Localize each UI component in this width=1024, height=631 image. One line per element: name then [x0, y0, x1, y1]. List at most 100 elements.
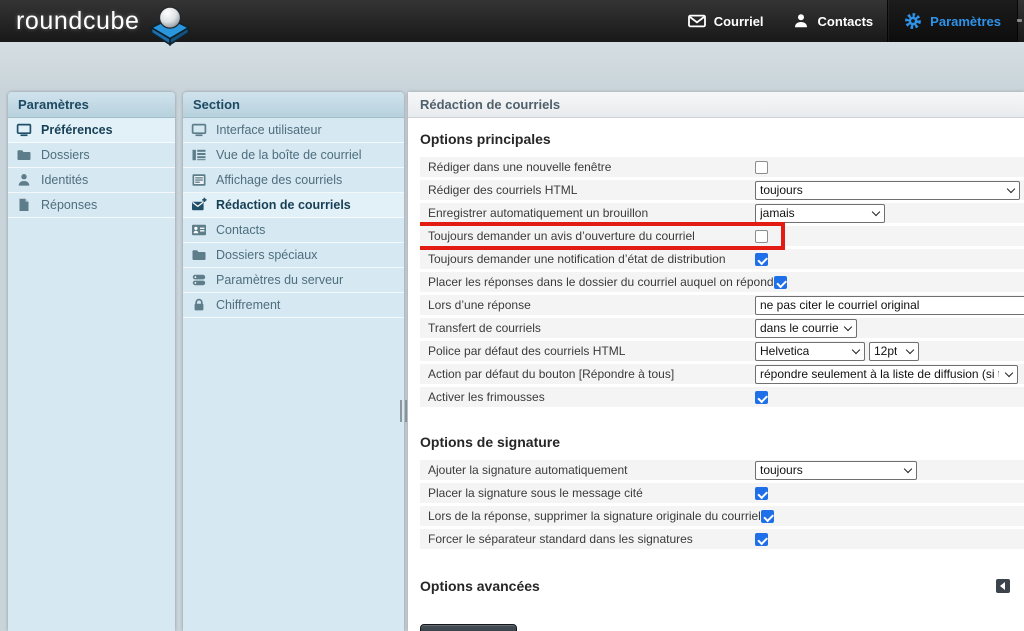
form-row-inner: Action par défaut du bouton [Répondre à … — [420, 364, 1024, 384]
chevron-down-icon — [906, 345, 914, 353]
section-item-redaction-de-courriels[interactable]: Rédaction de courriels — [183, 193, 404, 218]
settings-item-preferences[interactable]: Préférences — [8, 118, 175, 143]
form-row-inner: Police par défaut des courriels HTML Helv… — [420, 341, 1024, 361]
form-rows: Ajouter la signature automatiquementtouj… — [420, 460, 1024, 552]
roundcube-cube-icon — [148, 5, 192, 52]
form-row: Lors d’une réponsene pas citer le courri… — [420, 295, 1024, 315]
row-label: Toujours demander un avis d’ouverture du… — [428, 229, 755, 243]
form-row-inner: Transfert de courrielsdans le courriel — [420, 318, 1024, 338]
contact-card-icon — [191, 222, 207, 238]
form-row-inner: Activer les frimousses — [420, 387, 1024, 407]
checkbox[interactable] — [755, 253, 768, 266]
select-jamais[interactable]: jamais — [755, 204, 885, 223]
chevron-down-icon — [844, 322, 852, 330]
section-panel-header: Section — [183, 92, 404, 118]
section-item-interface-utilisateur[interactable]: Interface utilisateur — [183, 118, 404, 143]
form-row: Placer les réponses dans le dossier du c… — [420, 272, 1024, 292]
taskbar-item-label: Courriel — [714, 14, 764, 29]
select-toujours[interactable]: toujours — [755, 181, 1020, 200]
select-value: dans le courriel — [760, 321, 838, 335]
section-item-dossiers-speciaux[interactable]: Dossiers spéciaux — [183, 243, 404, 268]
select-value: ne pas citer le courriel original — [760, 298, 919, 312]
item-label: Chiffrement — [216, 298, 280, 312]
form-row: Toujours demander une notification d’éta… — [420, 249, 1024, 269]
item-label: Dossiers — [41, 148, 90, 162]
item-label: Contacts — [216, 223, 265, 237]
item-label: Interface utilisateur — [216, 123, 322, 137]
form-row: Police par défaut des courriels HTML Helv… — [420, 341, 1024, 361]
row-label: Police par défaut des courriels HTML — [428, 344, 755, 358]
form-row: Placer la signature sous le message cité — [420, 483, 1024, 503]
section-item-parametres-du-serveur[interactable]: Paramètres du serveur — [183, 268, 404, 293]
checkbox[interactable] — [755, 487, 768, 500]
checkbox[interactable] — [774, 276, 787, 289]
panel-splitter-handle[interactable] — [400, 400, 407, 422]
taskbar-item-mail[interactable]: Courriel — [674, 0, 778, 42]
workspace: Paramètres Préférences Dossiers Identités R… — [0, 92, 1024, 631]
section-item-chiffrement[interactable]: Chiffrement — [183, 293, 404, 318]
select-helvetica[interactable]: Helvetica — [755, 342, 865, 361]
row-label: Lors de la réponse, supprimer la signatu… — [428, 509, 761, 523]
content-area: Rédaction de courriels Options principal… — [408, 92, 1024, 631]
chevron-down-icon — [904, 464, 912, 472]
row-label: Rédiger dans une nouvelle fenêtre — [428, 160, 755, 174]
select-12pt[interactable]: 12pt — [869, 342, 919, 361]
select-repondre-seulement-a-la-[interactable]: répondre seulement à la liste de diffusi… — [755, 365, 1018, 384]
server-icon — [191, 272, 207, 288]
form-row: Ajouter la signature automatiquementtouj… — [420, 460, 1024, 480]
checkbox[interactable] — [755, 161, 768, 174]
form-row: Lors de la réponse, supprimer la signatu… — [420, 506, 1024, 526]
list-icon — [191, 147, 207, 163]
section-item-vue-de-la-boite-de-courriel[interactable]: Vue de la boîte de courriel — [183, 143, 404, 168]
taskbar-item-settings[interactable]: Paramètres — [887, 0, 1018, 42]
settings-item-identites[interactable]: Identités — [8, 168, 175, 193]
section-panel-list: Interface utilisateur Vue de la boîte de … — [183, 118, 404, 318]
select-ne-pas-citer-le-courriel[interactable]: ne pas citer le courriel original — [755, 296, 1024, 315]
settings-panel-header: Paramètres — [8, 92, 175, 118]
form-row-inner: Toujours demander un avis d’ouverture du… — [420, 226, 1024, 246]
select-value: répondre seulement à la liste de diffusi… — [760, 367, 999, 381]
checkbox[interactable] — [761, 510, 774, 523]
section-item-affichage-des-courriels[interactable]: Affichage des courriels — [183, 168, 404, 193]
row-label: Placer la signature sous le message cité — [428, 486, 755, 500]
row-label: Forcer le séparateur standard dans les s… — [428, 532, 755, 546]
item-label: Réponses — [41, 198, 97, 212]
taskbar: Courriel Contacts Paramètres — [674, 0, 1018, 42]
advanced-options-bar: Options avancées — [420, 578, 1010, 594]
row-label: Action par défaut du bouton [Répondre à … — [428, 367, 755, 381]
checkbox[interactable] — [755, 391, 768, 404]
checkbox[interactable] — [755, 230, 768, 243]
settings-item-reponses[interactable]: Réponses — [8, 193, 175, 218]
form-row-inner: Enregistrer automatiquement un brouillon… — [420, 203, 1024, 223]
item-label: Affichage des courriels — [216, 173, 342, 187]
section-heading: Options principales — [420, 131, 1024, 147]
form-row: Transfert de courrielsdans le courriel — [420, 318, 1024, 338]
section-panel: Section Interface utilisateur Vue de la b… — [183, 92, 404, 631]
page-icon — [16, 197, 32, 213]
select-value: 12pt — [874, 344, 897, 358]
select-value: Helvetica — [760, 344, 809, 358]
item-label: Rédaction de courriels — [216, 198, 351, 212]
checkbox[interactable] — [755, 533, 768, 546]
item-label: Paramètres du serveur — [216, 273, 343, 287]
form-row-inner: Forcer le séparateur standard dans les s… — [420, 529, 1024, 549]
taskbar-item-contacts[interactable]: Contacts — [778, 0, 888, 42]
form-row: Forcer le séparateur standard dans les s… — [420, 529, 1024, 549]
settings-item-dossiers[interactable]: Dossiers — [8, 143, 175, 168]
form-row-inner: Placer la signature sous le message cité — [420, 483, 1024, 503]
save-button[interactable]: Enregistrer — [420, 624, 517, 631]
select-dans-le-courriel[interactable]: dans le courriel — [755, 319, 857, 338]
mail-icon — [688, 12, 706, 30]
roundcube-logo: roundcube — [16, 0, 192, 42]
row-label: Activer les frimousses — [428, 390, 755, 404]
collapse-left-icon[interactable] — [996, 579, 1010, 593]
row-label: Rédiger des courriels HTML — [428, 183, 755, 197]
form-row: Rédiger des courriels HTML toujours — [420, 180, 1024, 200]
select-toujours[interactable]: toujours — [755, 461, 917, 480]
gear-icon — [904, 12, 922, 30]
taskbar-item-label: Paramètres — [930, 14, 1001, 29]
section-item-contacts[interactable]: Contacts — [183, 218, 404, 243]
contacts-icon — [792, 12, 810, 30]
form-row-inner: Ajouter la signature automatiquementtouj… — [420, 460, 1024, 480]
select-value: toujours — [760, 183, 803, 197]
